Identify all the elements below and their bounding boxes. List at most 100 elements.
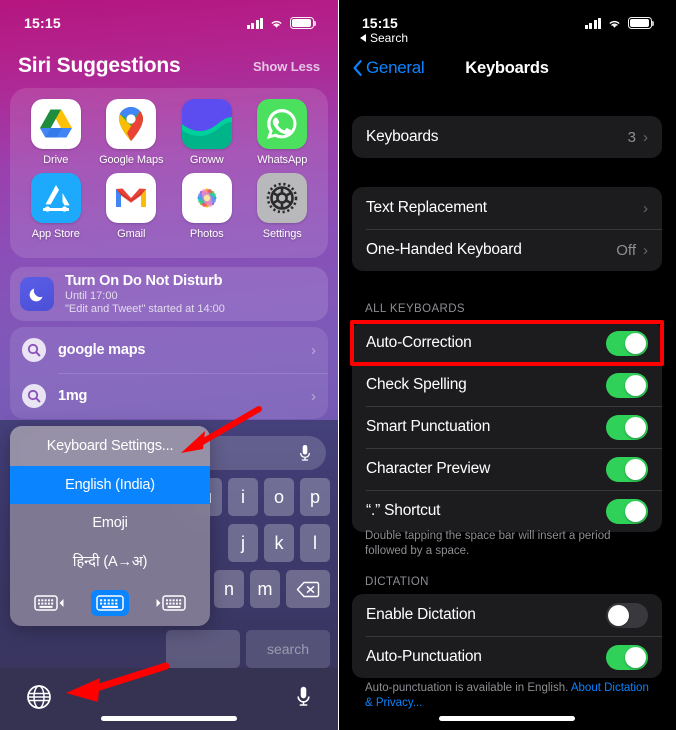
space-key[interactable] [166, 630, 240, 668]
microphone-icon[interactable] [298, 443, 312, 463]
google-drive-icon [30, 99, 81, 149]
settings-row-one-handed-keyboard[interactable]: One-Handed Keyboard Off › [352, 229, 662, 271]
key-i[interactable]: i [228, 478, 258, 516]
siri-title: Siri Suggestions [18, 54, 181, 77]
keyboard-right-icon[interactable] [151, 590, 189, 616]
app-item-photos[interactable]: Photos [172, 173, 242, 240]
row-label: Character Preview [366, 460, 491, 477]
chevron-right-icon: › [311, 341, 316, 359]
dnd-detail: "Edit and Tweet" started at 14:00 [65, 302, 225, 315]
backspace-icon[interactable] [286, 570, 330, 608]
photos-icon [181, 173, 232, 223]
back-to-search-link[interactable]: Search [360, 31, 408, 45]
settings-row-smart-punctuation[interactable]: Smart Punctuation [352, 406, 662, 448]
section-header-all-keyboards: ALL KEYBOARDS [365, 303, 466, 315]
settings-row-character-preview[interactable]: Character Preview [352, 448, 662, 490]
app-store-icon [30, 173, 81, 223]
check-spelling-toggle[interactable] [606, 372, 648, 398]
settings-row-keyboards[interactable]: Keyboards 3 › [352, 116, 662, 158]
status-icons [246, 17, 317, 29]
settings-row-enable-dictation[interactable]: Enable Dictation [352, 594, 662, 636]
ios-keyboards-settings-screen: 15:15 Search General Keyboards Keyboards… [338, 0, 676, 730]
do-not-disturb-suggestion-card[interactable]: Turn On Do Not Disturb Until 17:00 "Edit… [10, 267, 328, 321]
app-item-gmail[interactable]: Gmail [96, 173, 166, 240]
app-label: Groww [189, 154, 224, 166]
key-n[interactable]: n [214, 570, 244, 608]
app-label: Gmail [117, 228, 146, 240]
popup-item-hindi[interactable]: हिन्दी (A→अ) [10, 542, 210, 580]
popup-item-emoji[interactable]: Emoji [10, 504, 210, 542]
key-m[interactable]: m [250, 570, 280, 608]
settings-row-text-replacement[interactable]: Text Replacement › [352, 187, 662, 229]
search-key[interactable]: search [246, 630, 330, 668]
section-header-dictation: DICTATION [365, 576, 429, 588]
row-label: Enable Dictation [366, 606, 476, 623]
app-item-whatsapp[interactable]: WhatsApp [247, 99, 317, 166]
app-item-drive[interactable]: Drive [21, 99, 91, 166]
settings-row-auto-correction[interactable]: Auto-Correction [352, 322, 662, 364]
list-item[interactable]: google maps › [10, 327, 328, 373]
dnd-text: Turn On Do Not Disturb Until 17:00 "Edit… [65, 273, 225, 316]
list-item[interactable]: 1mg › [10, 373, 328, 419]
app-label: Drive [43, 154, 69, 166]
chevron-right-icon: › [643, 241, 648, 259]
row-label: “.” Shortcut [366, 502, 441, 519]
key-k[interactable]: k [264, 524, 294, 562]
screenshot-stage: 15:15 Siri Suggestions Show Less Drive G… [0, 0, 676, 730]
footer-text-part: Auto-punctuation is available in English… [365, 682, 571, 694]
moon-icon [20, 277, 54, 311]
dictation-microphone-icon[interactable] [295, 684, 312, 714]
groww-icon [181, 99, 232, 149]
smart-punctuation-toggle[interactable] [606, 414, 648, 440]
left-status-bar: 15:15 [0, 12, 338, 34]
row-value: Off [616, 241, 636, 259]
app-item-groww[interactable]: Groww [172, 99, 242, 166]
keyboard-center-icon[interactable] [91, 590, 129, 616]
row-label: Smart Punctuation [366, 418, 491, 435]
search-icon [22, 384, 46, 408]
status-icons [584, 17, 655, 29]
settings-row-auto-punctuation[interactable]: Auto-Punctuation [352, 636, 662, 678]
iphone-search-screen: 15:15 Siri Suggestions Show Less Drive G… [0, 0, 338, 730]
cellular-signal-icon [246, 17, 263, 29]
popup-item-english-india[interactable]: English (India) [10, 466, 210, 504]
app-label: App Store [31, 228, 80, 240]
key-p[interactable]: p [300, 478, 330, 516]
triangle-left-icon [360, 34, 366, 42]
wifi-icon [609, 20, 620, 28]
app-label: Google Maps [99, 154, 164, 166]
globe-icon[interactable] [26, 684, 52, 715]
search-suggestions-card: google maps › 1mg › [10, 327, 328, 419]
row-label: Text Replacement [366, 199, 487, 216]
app-item-app-store[interactable]: App Store [21, 173, 91, 240]
settings-group-text: Text Replacement › One-Handed Keyboard O… [352, 187, 662, 271]
character-preview-toggle[interactable] [606, 456, 648, 482]
app-item-settings[interactable]: Settings [247, 173, 317, 240]
row-label: Check Spelling [366, 376, 467, 393]
key-j[interactable]: j [228, 524, 258, 562]
key-l[interactable]: l [300, 524, 330, 562]
row-label: Auto-Correction [366, 334, 472, 351]
settings-row-period-shortcut[interactable]: “.” Shortcut [352, 490, 662, 532]
show-less-button[interactable]: Show Less [253, 59, 320, 74]
chevron-right-icon: › [643, 199, 648, 217]
home-indicator [101, 716, 237, 721]
keyboard-switcher-popup: Keyboard Settings... English (India) Emo… [10, 426, 210, 626]
keyboard-left-icon[interactable] [31, 590, 69, 616]
siri-app-suggestions-widget: Drive Google Maps Groww WhatsApp App Sto… [10, 88, 328, 258]
app-label: WhatsApp [257, 154, 308, 166]
footer-text-dictation: Auto-punctuation is available in English… [365, 681, 654, 711]
app-row-1: Drive Google Maps Groww WhatsApp [18, 99, 320, 166]
suggestion-label: 1mg [58, 388, 88, 404]
keyboard-settings-menu-item[interactable]: Keyboard Settings... [10, 426, 210, 466]
enable-dictation-toggle[interactable] [606, 602, 648, 628]
period-shortcut-toggle[interactable] [606, 498, 648, 524]
status-time: 15:15 [362, 15, 398, 31]
auto-punctuation-toggle[interactable] [606, 644, 648, 670]
settings-group-dictation: Enable Dictation Auto-Punctuation [352, 594, 662, 678]
auto-correction-toggle[interactable] [606, 330, 648, 356]
status-time: 15:15 [24, 15, 61, 31]
settings-row-check-spelling[interactable]: Check Spelling [352, 364, 662, 406]
app-item-google-maps[interactable]: Google Maps [96, 99, 166, 166]
key-o[interactable]: o [264, 478, 294, 516]
